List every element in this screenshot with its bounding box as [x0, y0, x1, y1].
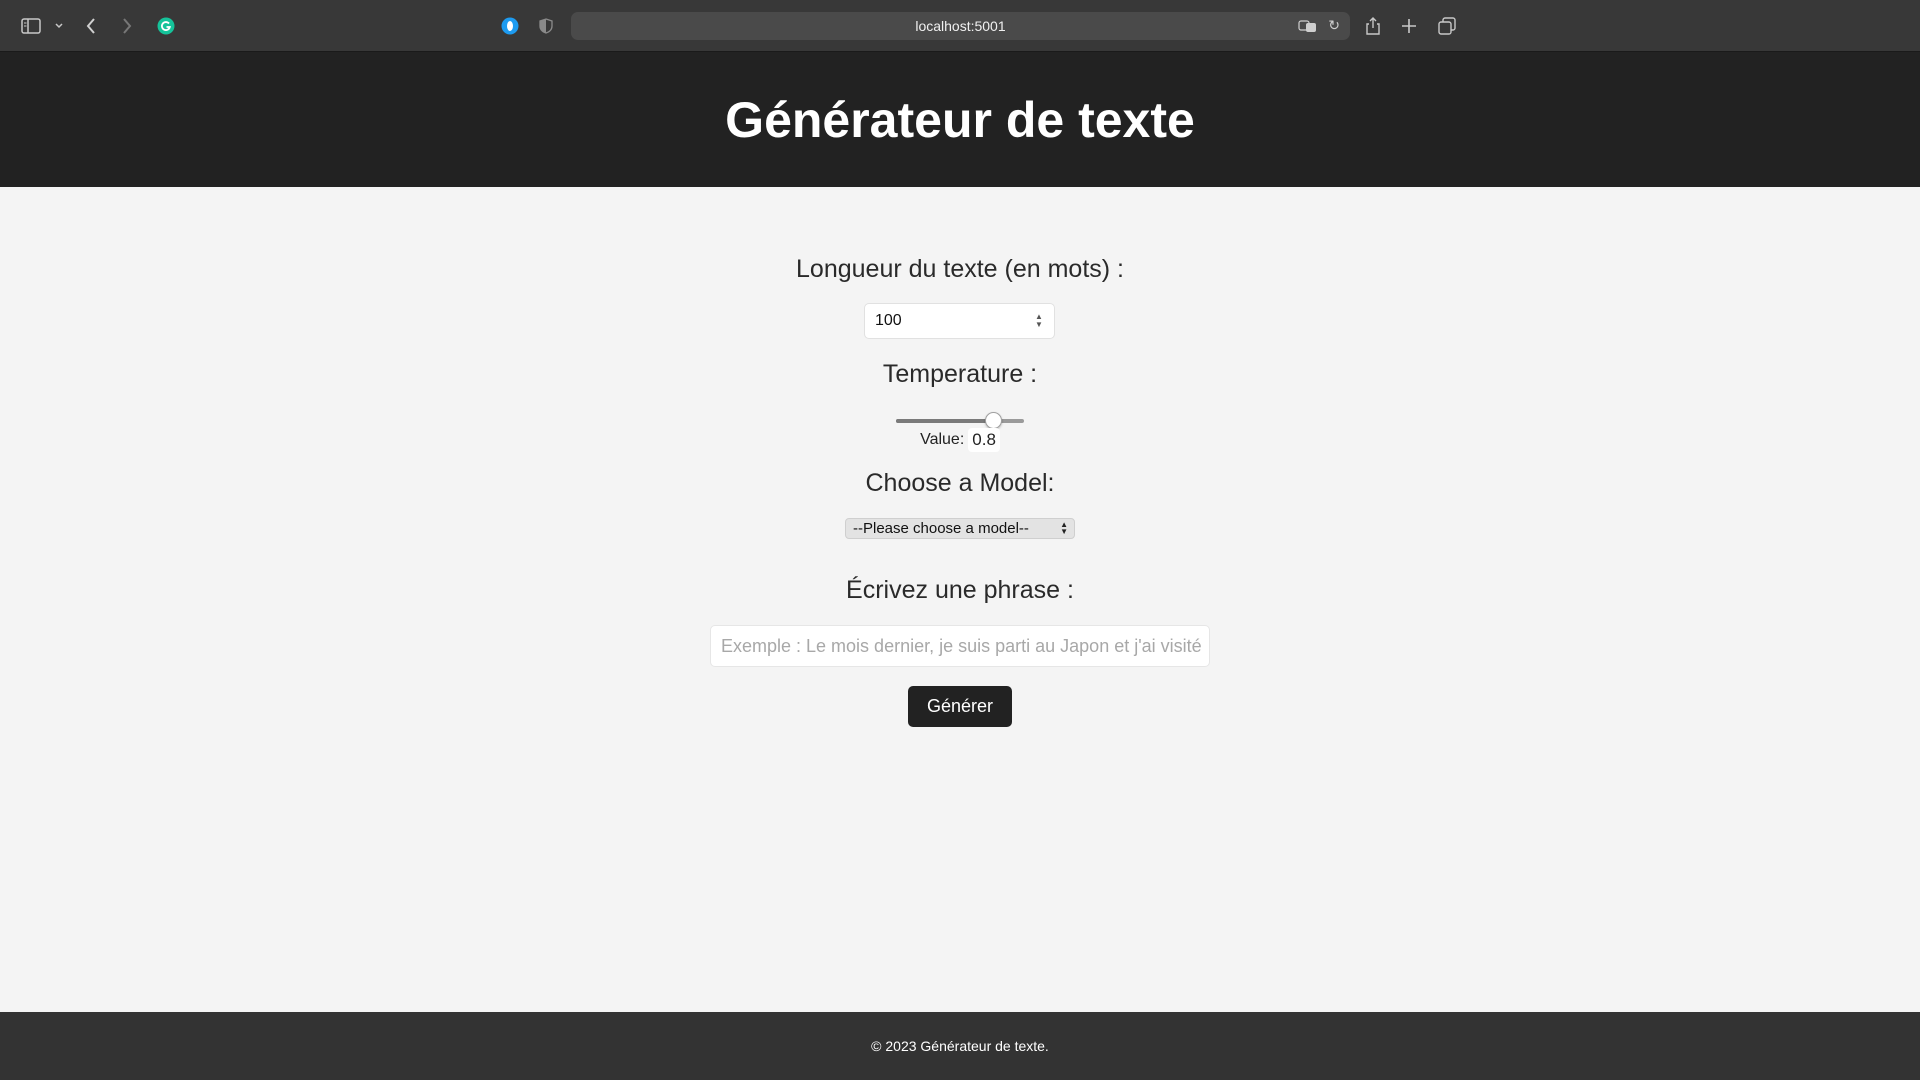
temperature-label: Temperature : — [882, 360, 1038, 388]
chevron-down-icon[interactable] — [52, 14, 66, 38]
translate-icon[interactable] — [1298, 19, 1318, 33]
phrase-input[interactable] — [710, 625, 1210, 667]
generate-button[interactable]: Générer — [908, 686, 1012, 727]
length-label: Longueur du texte (en mots) : — [796, 255, 1124, 283]
privacy-icon[interactable] — [499, 14, 521, 38]
slider-fill — [896, 419, 994, 423]
reload-icon[interactable]: ↻ — [1328, 17, 1340, 34]
temperature-value-prefix: Value: — [920, 431, 965, 448]
temperature-value-row: Value: 0.8 — [0, 428, 1920, 452]
share-icon[interactable] — [1362, 14, 1384, 38]
shield-icon[interactable] — [536, 14, 556, 38]
page-footer: © 2023 Générateur de texte. — [0, 1012, 1920, 1080]
model-label: Choose a Model: — [865, 469, 1055, 497]
grammarly-icon[interactable] — [155, 14, 177, 38]
browser-toolbar: localhost:5001 ↻ — [0, 0, 1920, 52]
forward-arrow-icon[interactable] — [118, 14, 136, 38]
length-input[interactable]: 100 ▲ ▼ — [864, 303, 1055, 339]
plus-icon[interactable] — [1398, 14, 1420, 38]
tabs-overview-icon[interactable] — [1436, 14, 1458, 38]
page-title: Générateur de texte — [725, 91, 1195, 148]
sidebar-icon[interactable] — [20, 14, 42, 38]
phrase-label: Écrivez une phrase : — [846, 576, 1074, 604]
page-header: Générateur de texte — [0, 52, 1920, 187]
slider-thumb[interactable] — [985, 412, 1002, 429]
length-value: 100 — [875, 312, 902, 329]
stepper-icon[interactable]: ▲ ▼ — [1034, 312, 1044, 330]
temperature-value: 0.8 — [968, 428, 1000, 452]
address-bar[interactable]: localhost:5001 ↻ — [571, 12, 1350, 40]
select-arrows-icon: ▲ ▼ — [1060, 520, 1068, 536]
back-arrow-icon[interactable] — [82, 14, 100, 38]
url-text: localhost:5001 — [915, 18, 1006, 34]
model-select[interactable]: --Please choose a model-- ▲ ▼ — [845, 518, 1075, 539]
model-selected: --Please choose a model-- — [853, 520, 1029, 537]
footer-text: © 2023 Générateur de texte. — [871, 1038, 1049, 1054]
